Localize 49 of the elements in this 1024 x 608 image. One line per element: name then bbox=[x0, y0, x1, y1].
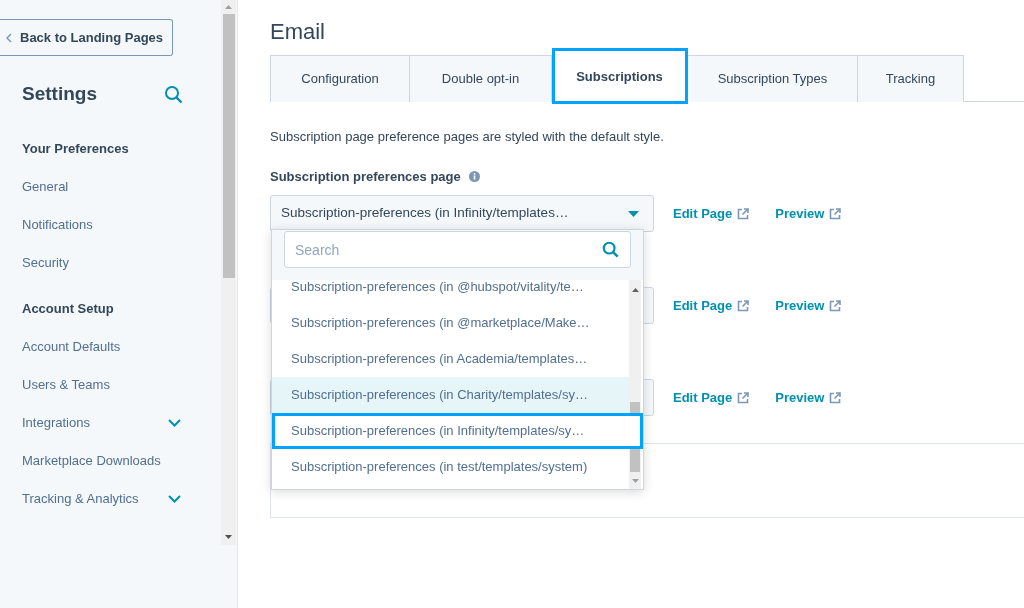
search-icon[interactable] bbox=[602, 241, 619, 258]
field-label: Subscription preferences page bbox=[270, 167, 461, 186]
tab[interactable]: Subscriptions bbox=[552, 48, 688, 104]
scrollbar[interactable] bbox=[221, 0, 236, 545]
link[interactable]: Preview bbox=[775, 387, 842, 408]
scrollbar-thumb[interactable] bbox=[630, 402, 640, 472]
chevron-down-icon[interactable] bbox=[168, 494, 181, 503]
sidebar-title: Settings bbox=[22, 82, 97, 106]
scrollbar-thumb[interactable] bbox=[222, 14, 235, 278]
external-link-icon bbox=[829, 299, 842, 312]
scroll-up-icon[interactable] bbox=[225, 5, 232, 9]
chevron-down-icon[interactable] bbox=[168, 418, 181, 427]
page-title: Email bbox=[270, 18, 326, 46]
sidebar-item[interactable]: General bbox=[22, 176, 181, 215]
sidebar-item[interactable]: Integrations bbox=[22, 412, 181, 451]
sidebar-item[interactable]: Security bbox=[22, 252, 181, 291]
description-text: Subscription page preference pages are styled with the default style. bbox=[270, 128, 665, 146]
scroll-down-icon[interactable] bbox=[225, 535, 232, 539]
sidebar-item[interactable]: Users & Teams bbox=[22, 374, 181, 413]
section-heading: Account Setup bbox=[22, 299, 115, 318]
search-icon[interactable] bbox=[164, 84, 183, 104]
link[interactable]: Edit Page bbox=[673, 387, 750, 408]
link[interactable]: Preview bbox=[775, 203, 842, 224]
tab[interactable]: Double opt-in bbox=[410, 55, 552, 102]
select-field[interactable]: Subscription-preferences (in Infinity/templates… bbox=[270, 195, 654, 232]
external-link-icon bbox=[737, 299, 750, 312]
caret-icon bbox=[628, 210, 639, 217]
info-icon[interactable] bbox=[468, 170, 480, 182]
dropdown-option[interactable]: Subscription-preferences (in Infinity/templates/sy… bbox=[272, 413, 643, 449]
search-field[interactable]: Search bbox=[284, 231, 631, 268]
back-button[interactable]: Back to Landing Pages bbox=[0, 19, 174, 56]
sidebar-item[interactable]: Notifications bbox=[22, 214, 181, 253]
dropdown-option[interactable]: Subscription-preferences (in Charity/templates/sy… bbox=[272, 377, 629, 413]
external-link-icon bbox=[737, 207, 750, 220]
link[interactable]: Preview bbox=[775, 295, 842, 316]
sidebar-item[interactable]: Account Defaults bbox=[22, 336, 181, 375]
sidebar-item[interactable]: Tracking & Analytics bbox=[22, 488, 181, 527]
scroll-up-icon[interactable] bbox=[631, 288, 639, 292]
external-link-icon bbox=[829, 391, 842, 404]
external-link-icon bbox=[737, 391, 750, 404]
tab[interactable]: Tracking bbox=[858, 55, 964, 102]
tab[interactable]: Subscription Types bbox=[688, 55, 858, 102]
tab[interactable]: Configuration bbox=[270, 55, 410, 102]
sidebar-item[interactable]: Marketplace Downloads bbox=[22, 450, 181, 489]
link[interactable]: Edit Page bbox=[673, 295, 750, 316]
external-link-icon bbox=[829, 207, 842, 220]
chevron-left-icon bbox=[6, 32, 12, 43]
section-heading: Your Preferences bbox=[22, 139, 130, 158]
link[interactable]: Edit Page bbox=[673, 203, 750, 224]
